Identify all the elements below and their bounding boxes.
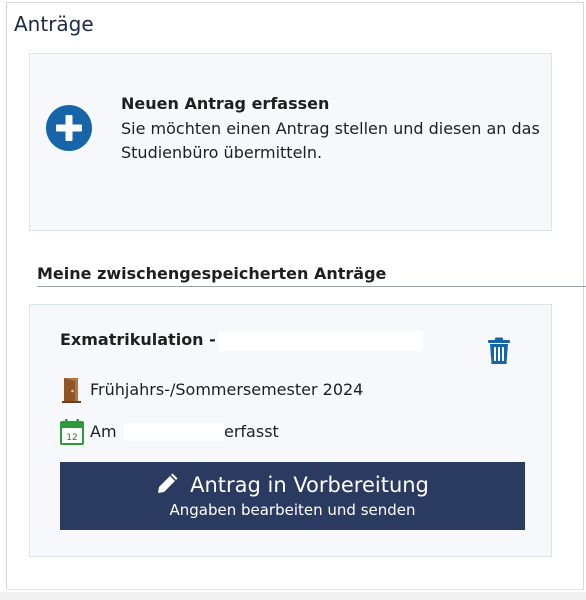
edit-and-send-button[interactable]: Antrag in Vorbereitung Angaben bearbeite… bbox=[60, 462, 525, 530]
bottom-strip bbox=[0, 592, 586, 600]
date-prefix: Am bbox=[90, 422, 117, 441]
trash-icon[interactable] bbox=[487, 337, 511, 365]
new-request-title[interactable]: Neuen Antrag erfassen bbox=[121, 94, 329, 113]
action-sublabel: Angaben bearbeiten und senden bbox=[169, 501, 416, 519]
plus-circle-icon[interactable] bbox=[46, 105, 92, 151]
draft-title: Exmatrikulation - bbox=[60, 330, 216, 349]
door-icon bbox=[62, 378, 81, 403]
saved-requests-heading: Meine zwischengespeicherten Anträge bbox=[37, 264, 387, 283]
redacted-title-block bbox=[218, 331, 423, 351]
semester-text: Frühjahrs-/Sommersemester 2024 bbox=[90, 380, 364, 399]
pencil-icon bbox=[158, 473, 178, 493]
action-main-line: Antrag in Vorbereitung bbox=[60, 471, 525, 498]
new-request-description: Sie möchten einen Antrag stellen und die… bbox=[121, 119, 540, 162]
date-suffix: erfasst bbox=[224, 422, 279, 441]
action-label: Antrag in Vorbereitung bbox=[190, 473, 429, 497]
page-title: Anträge bbox=[14, 12, 94, 36]
section-divider bbox=[37, 286, 586, 287]
new-request-card[interactable]: Neuen Antrag erfassen Sie möchten einen … bbox=[29, 53, 552, 231]
calendar-day-text: 12 bbox=[66, 433, 77, 443]
draft-request-card: Exmatrikulation - Frühjahrs-/Sommersemes… bbox=[29, 304, 552, 557]
redacted-date-block bbox=[124, 423, 224, 441]
calendar-icon: 12 bbox=[60, 419, 84, 445]
